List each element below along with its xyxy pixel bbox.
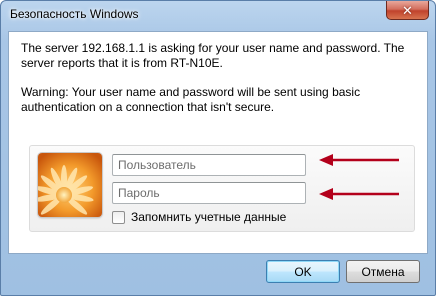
password-input[interactable] [112,182,306,204]
close-button[interactable]: ✕ [386,1,429,20]
title-bar[interactable]: Безопасность Windows ✕ [1,1,435,31]
dialog-content: The server 192.168.1.1 is asking for you… [8,31,428,254]
remember-label: Запомнить учетные данные [131,210,287,224]
remember-credentials[interactable]: Запомнить учетные данные [112,210,286,224]
dialog-window: Безопасность Windows ✕ The server 192.16… [0,0,436,296]
remember-checkbox[interactable] [112,210,125,224]
ok-button[interactable]: OK [266,260,340,283]
window-title: Безопасность Windows [10,7,139,21]
flower-user-icon [38,153,102,217]
username-input[interactable] [112,154,306,176]
warning-message: Warning: Your user name and password wil… [21,85,361,114]
server-message: The server 192.168.1.1 is asking for you… [21,41,405,70]
arrow-icon-username [319,154,399,166]
close-icon: ✕ [402,2,413,18]
cancel-button[interactable]: Отмена [346,260,420,283]
arrow-icon-password [319,188,399,200]
